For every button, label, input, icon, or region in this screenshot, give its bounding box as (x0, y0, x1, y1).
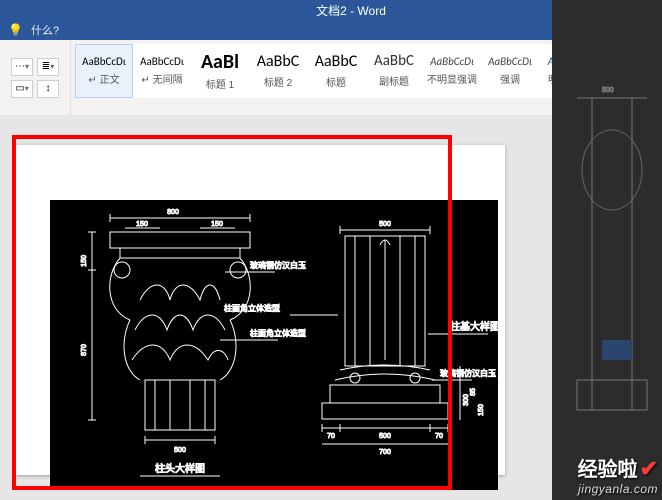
style-item-2[interactable]: AaBl 标题 1 (191, 44, 249, 98)
style-label: 标题 1 (206, 76, 234, 91)
style-label: 标题 2 (264, 74, 292, 89)
watermark: 经验啦✔ jingyanla.com (578, 453, 658, 496)
sort-button[interactable]: ↕ (37, 80, 59, 98)
style-label: ↵ 正文 (88, 71, 119, 86)
svg-text:70: 70 (327, 433, 335, 440)
style-preview: AaBbCcDι (430, 56, 474, 67)
background-window: 500 (552, 0, 662, 500)
check-icon: ✔ (640, 456, 658, 481)
style-label: ↵ 无间隔 (141, 71, 182, 86)
style-label: 不明显强调 (427, 71, 477, 86)
svg-text:500: 500 (379, 433, 391, 440)
style-label: 副标题 (379, 73, 409, 88)
page: 800 150 150 150 870 (15, 145, 505, 475)
lightbulb-icon: 💡 (8, 23, 23, 37)
dim-label: 500 (602, 87, 614, 94)
style-item-0[interactable]: AaBbCcDι ↵ 正文 (75, 44, 133, 98)
style-item-3[interactable]: AaBbC 标题 2 (249, 44, 307, 98)
svg-text:150: 150 (478, 404, 485, 416)
watermark-url: jingyanla.com (578, 482, 658, 496)
border-button[interactable]: ▭▾ (11, 80, 33, 98)
tell-me-input[interactable]: 什么? (31, 22, 59, 38)
svg-text:700: 700 (379, 449, 391, 456)
style-preview: AaBbCcDι (82, 56, 126, 67)
svg-text:150: 150 (136, 221, 148, 228)
style-item-6[interactable]: AaBbCcDι 不明显强调 (423, 44, 481, 98)
document-area[interactable]: 800 150 150 150 870 (0, 115, 552, 500)
style-item-1[interactable]: AaBbCcDι ↵ 无间隔 (133, 44, 191, 98)
svg-text:870: 870 (81, 344, 88, 356)
style-preview: AaBbC (257, 54, 300, 70)
svg-text:柱面角立体造型: 柱面角立体造型 (224, 303, 280, 313)
cad-drawing: 800 150 150 150 870 (50, 200, 498, 490)
svg-text:150: 150 (211, 221, 223, 228)
svg-text:柱头大样图: 柱头大样图 (155, 462, 205, 475)
style-item-7[interactable]: AaBbCcDι 强调 (481, 44, 539, 98)
svg-text:柱面角立体造型: 柱面角立体造型 (250, 328, 306, 338)
svg-text:70: 70 (435, 433, 443, 440)
svg-text:500: 500 (174, 447, 186, 454)
svg-text:500: 500 (379, 221, 391, 228)
style-label: 标题 (326, 74, 346, 89)
svg-text:柱基大样图: 柱基大样图 (450, 320, 498, 333)
style-item-5[interactable]: AaBbC 副标题 (365, 44, 423, 98)
inserted-picture[interactable]: 800 150 150 150 870 (50, 200, 498, 490)
svg-text:玻璃钢仿汉白玉: 玻璃钢仿汉白玉 (440, 368, 496, 378)
style-item-4[interactable]: AaBbC 标题 (307, 44, 365, 98)
style-preview: AaBbC (315, 54, 358, 70)
app-root: 文档2 - Word 💡 什么? ⋯▾ ≣▾ ▭▾ ↕ AaBbCcDι ↵ 正文… (0, 0, 662, 500)
style-preview: AaBbC (374, 54, 414, 69)
svg-text:300: 300 (463, 394, 470, 406)
list-button-a[interactable]: ⋯▾ (11, 58, 33, 76)
list-button-b[interactable]: ≣▾ (37, 58, 59, 76)
svg-text:800: 800 (167, 209, 179, 216)
style-preview: AaBl (201, 52, 239, 72)
svg-text:150: 150 (81, 255, 88, 267)
style-preview: AaBbCcDι (488, 56, 532, 67)
style-preview: AaBbCcDι (140, 56, 184, 67)
window-title: 文档2 - Word (316, 2, 386, 19)
background-column-drawing: 500 (572, 80, 652, 430)
style-label: 强调 (500, 71, 520, 86)
watermark-text: 经验啦✔ (578, 453, 658, 482)
ribbon-left-group: ⋯▾ ≣▾ ▭▾ ↕ (0, 40, 71, 115)
svg-text:玻璃钢仿汉白玉: 玻璃钢仿汉白玉 (250, 260, 306, 270)
svg-text:85: 85 (470, 388, 477, 396)
